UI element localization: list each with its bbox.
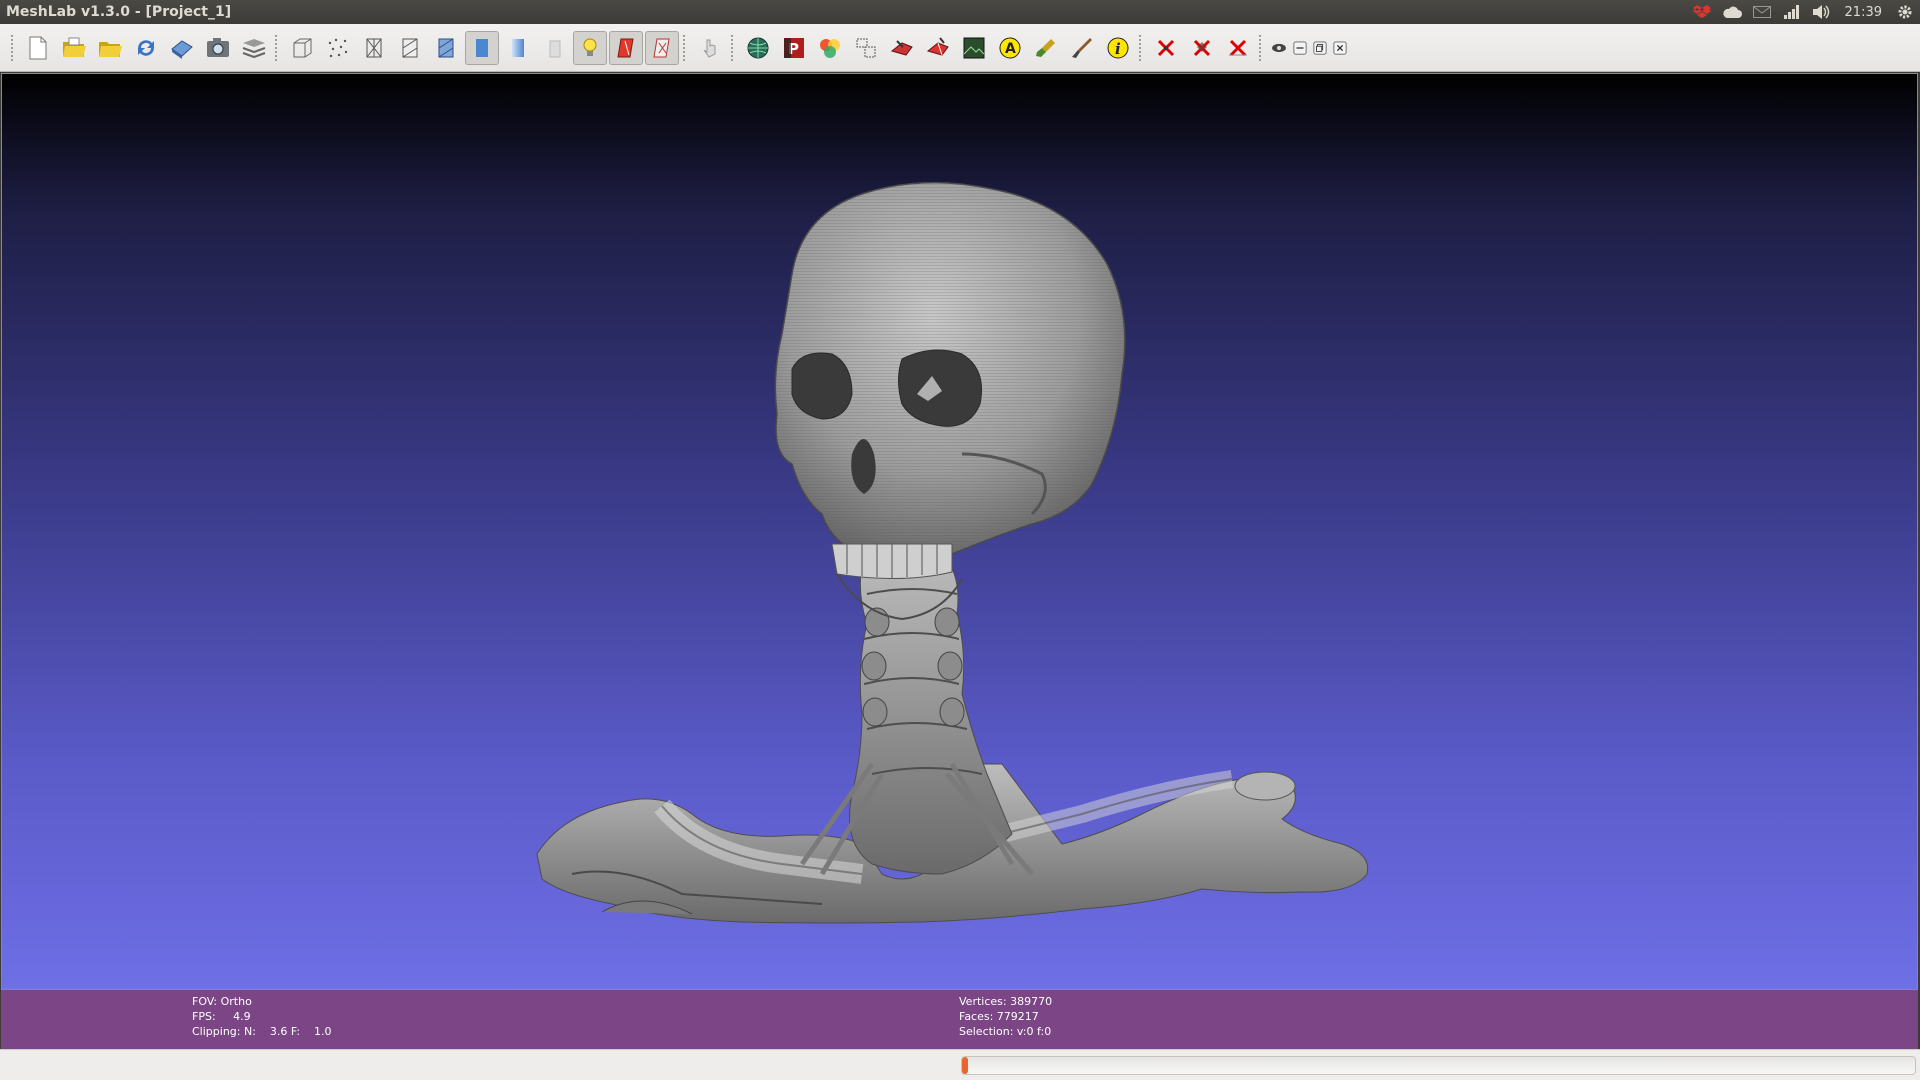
- svg-text:i: i: [1115, 40, 1121, 58]
- reload-icon[interactable]: [129, 31, 163, 65]
- fix-brush-icon[interactable]: [1065, 31, 1099, 65]
- status-bar: [0, 1049, 1920, 1080]
- delete-faces-icon[interactable]: [1185, 31, 1219, 65]
- skull-mesh: [774, 181, 1126, 621]
- open-mesh-icon[interactable]: [93, 31, 127, 65]
- faces-text: Faces: 779217: [959, 1010, 1039, 1023]
- hidden-lines-icon[interactable]: [393, 31, 427, 65]
- cervical-spine-mesh: [799, 550, 1034, 876]
- clipping-text: Clipping: N: 3.6 F: 1.0: [192, 1025, 332, 1038]
- texture-icon[interactable]: [537, 31, 571, 65]
- vertices-text: Vertices: 389770: [959, 995, 1053, 1008]
- clock[interactable]: 21:39: [1837, 5, 1890, 20]
- info-icon[interactable]: i: [1101, 31, 1135, 65]
- toolbar-grip[interactable]: [730, 33, 734, 62]
- save-snapshot-icon[interactable]: [165, 31, 199, 65]
- select-faces-icon[interactable]: [921, 31, 955, 65]
- progress-fill: [962, 1057, 968, 1074]
- pdf-render-icon[interactable]: P: [777, 31, 811, 65]
- selection-text: Selection: v:0 f:0: [959, 1025, 1052, 1038]
- toolbar-grip[interactable]: [1138, 33, 1142, 62]
- double-side-lighting-icon[interactable]: [609, 30, 643, 65]
- system-tray: 21:39: [1687, 0, 1920, 24]
- window-restore-icon[interactable]: [1311, 31, 1329, 65]
- flat-shading-icon[interactable]: [465, 30, 499, 65]
- gear-icon[interactable]: [1890, 0, 1920, 24]
- bounding-box-icon[interactable]: [285, 31, 319, 65]
- mesh-info: Vertices: 389770 Faces: 779217 Selection…: [959, 994, 1052, 1039]
- toolbar-grip[interactable]: [1258, 33, 1262, 62]
- progress-bar: [961, 1056, 1916, 1075]
- fov-text: FOV: Ortho: [192, 995, 252, 1008]
- mail-icon[interactable]: [1747, 0, 1777, 24]
- open-project-icon[interactable]: [57, 31, 91, 65]
- scene-view-icon[interactable]: [1269, 31, 1289, 65]
- wireframe-icon[interactable]: [357, 31, 391, 65]
- toolbar-grip[interactable]: [10, 33, 14, 62]
- paint-brush-icon[interactable]: [1029, 31, 1063, 65]
- window-minimize-icon[interactable]: [1291, 31, 1309, 65]
- svg-text:A: A: [1005, 41, 1016, 57]
- info-overlay: FOV: Ortho FPS: 4.9 Clipping: N: 3.6 F: …: [1, 990, 1918, 1049]
- align-icon[interactable]: [849, 31, 883, 65]
- delete-vertices-icon[interactable]: [1149, 31, 1183, 65]
- fps-text: FPS: 4.9: [192, 1010, 251, 1023]
- points-icon[interactable]: [321, 31, 355, 65]
- volume-icon[interactable]: [1807, 0, 1837, 24]
- lighting-icon[interactable]: [573, 30, 607, 65]
- raster-image-icon[interactable]: [957, 31, 991, 65]
- dropbox-icon[interactable]: [1687, 0, 1717, 24]
- colorize-icon[interactable]: [813, 31, 847, 65]
- view-info: FOV: Ortho FPS: 4.9 Clipping: N: 3.6 F: …: [192, 994, 332, 1039]
- screenshot-icon[interactable]: [201, 31, 235, 65]
- 3d-viewport[interactable]: [1, 73, 1918, 990]
- sphere-mesh-icon[interactable]: [741, 31, 775, 65]
- manipulator-icon[interactable]: [693, 31, 727, 65]
- top-panel: MeshLab v1.3.0 - [Project_1] 21:39: [0, 0, 1920, 24]
- select-vertex-icon[interactable]: [885, 31, 919, 65]
- smooth-shading-icon[interactable]: [501, 31, 535, 65]
- network-signal-icon[interactable]: [1777, 0, 1807, 24]
- new-document-icon[interactable]: [21, 31, 55, 65]
- flat-lines-icon[interactable]: [429, 31, 463, 65]
- main-toolbar: P A i: [0, 24, 1920, 72]
- cloud-icon[interactable]: [1717, 0, 1747, 24]
- toolbar-grip[interactable]: [682, 33, 686, 62]
- annotate-icon[interactable]: A: [993, 31, 1027, 65]
- delete-all-icon[interactable]: [1221, 31, 1255, 65]
- window-close-icon[interactable]: [1331, 31, 1349, 65]
- window-title: MeshLab v1.3.0 - [Project_1]: [6, 4, 232, 20]
- layers-icon[interactable]: [237, 31, 271, 65]
- toolbar-grip[interactable]: [274, 33, 278, 62]
- skull-mesh-render[interactable]: [2, 74, 1918, 990]
- back-face-icon[interactable]: [645, 30, 679, 65]
